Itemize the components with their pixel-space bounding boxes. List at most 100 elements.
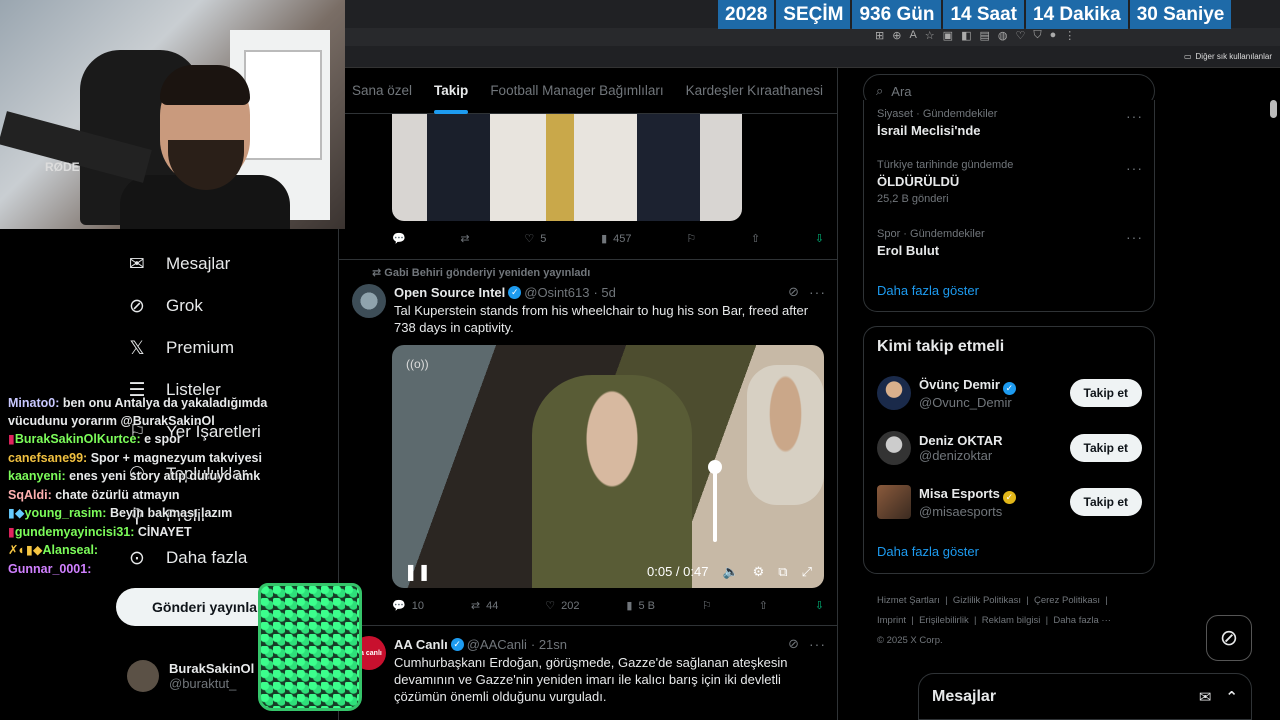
avatar[interactable] <box>877 431 911 465</box>
tab-football-manager[interactable]: Football Manager Bağımlıları <box>490 83 663 98</box>
footer-link[interactable]: Erişilebilirlik <box>919 615 969 626</box>
reply-button[interactable]: 💬 10 <box>392 599 424 613</box>
follow-suggestion[interactable]: Misa Esports ✓ @misaesports Takip et <box>877 485 1142 519</box>
extension-icon[interactable]: ◍ <box>998 29 1008 42</box>
countdown-label: SEÇİM <box>776 0 851 29</box>
post-time[interactable]: · 5d <box>593 285 615 300</box>
heart-icon[interactable]: ♡ <box>1015 29 1025 42</box>
repost-icon[interactable]: ⇄ <box>460 232 469 245</box>
avatar[interactable] <box>877 376 911 410</box>
post-button[interactable]: Gönderi yayınla <box>116 588 276 626</box>
trend-item[interactable]: Türkiye tarihinde gündemde ÖLDÜRÜLDÜ 25,2 … <box>877 159 1013 205</box>
pause-icon[interactable]: ❚❚ <box>404 562 431 582</box>
search-input[interactable]: Ara <box>891 84 911 99</box>
address-bar[interactable] <box>345 28 1280 46</box>
follow-button[interactable]: Takip et <box>1069 434 1142 462</box>
show-more-follow[interactable]: Daha fazla göster <box>877 544 979 559</box>
menu-icon[interactable]: ⋮ <box>1064 29 1075 42</box>
post-osint[interactable]: Open Source Intel ✓ @Osint613 · 5d ⊘ ···… <box>352 284 828 336</box>
footer-link[interactable]: Hizmet Şartları <box>877 595 940 606</box>
browser-extension-icons[interactable]: ⊞ ⊕ A ☆ ▣ ◧ ▤ ◍ ♡ ⛉ ● ⋮ <box>875 29 1075 42</box>
repost-label[interactable]: ⇄ Gabi Behiri gönderiyi yeniden yayınlad… <box>372 266 590 279</box>
follow-button[interactable]: Takip et <box>1069 488 1142 516</box>
tab-for-you[interactable]: Sana özel <box>352 83 412 98</box>
heart-icon: ♡ <box>545 600 556 612</box>
post-time[interactable]: · 21sn <box>531 637 567 652</box>
scrollbar[interactable] <box>1270 100 1277 118</box>
extension-icon[interactable]: ◧ <box>961 29 971 42</box>
zoom-icon[interactable]: ⊕ <box>892 29 901 42</box>
more-icon[interactable]: ··· <box>1126 160 1143 176</box>
account-switcher[interactable]: BurakSakinOl @buraktut_ <box>127 660 254 692</box>
video-player[interactable]: ((o)) <box>392 345 824 588</box>
show-more-trends[interactable]: Daha fazla göster <box>877 283 979 298</box>
star-icon[interactable]: ☆ <box>925 29 935 42</box>
download-icon[interactable]: ⇩ <box>815 232 824 245</box>
tab-following[interactable]: Takip <box>434 83 469 114</box>
footer-link[interactable]: Reklam bilgisi <box>982 615 1041 626</box>
chat-message: ▮BurakSakinOlKurtce: e spor <box>8 432 182 446</box>
expand-icon[interactable]: ⌃ <box>1225 688 1238 706</box>
views-button[interactable]: ▮ 457 <box>601 232 631 246</box>
new-message-icon[interactable]: ✉ <box>1199 688 1212 706</box>
verified-gold-icon: ✓ <box>1002 490 1016 504</box>
tab-kardesler[interactable]: Kardeşler Kıraathanesi <box>686 83 823 98</box>
grok-icon[interactable]: ⊘ <box>788 636 799 652</box>
picture-in-picture-icon[interactable]: ⧉ <box>778 564 787 580</box>
messages-dock[interactable]: Mesajlar ✉ ⌃ <box>918 673 1252 720</box>
profile-icon[interactable]: ● <box>1050 29 1057 42</box>
avatar[interactable] <box>352 284 386 318</box>
views-button[interactable]: ▮ 5 B <box>626 599 655 613</box>
more-icon[interactable]: ··· <box>1126 229 1143 245</box>
extension-icon[interactable]: ⊞ <box>875 29 884 42</box>
other-bookmarks[interactable]: ▭ Diğer sık kullanılanlar <box>1184 52 1272 61</box>
volume-slider[interactable] <box>708 460 722 542</box>
author-name[interactable]: Open Source Intel <box>394 285 505 300</box>
nav-messages[interactable]: ✉ Mesajlar <box>126 253 230 275</box>
more-icon[interactable]: ··· <box>809 636 826 652</box>
reply-icon[interactable]: 💬 <box>392 232 406 245</box>
footer-link[interactable]: Gizlilik Politikası <box>953 595 1021 606</box>
translate-icon[interactable]: A <box>909 29 916 42</box>
post-image[interactable] <box>392 114 742 221</box>
volume-icon[interactable]: 🔈 <box>722 564 738 580</box>
footer-link[interactable]: Imprint <box>877 615 906 626</box>
settings-icon[interactable]: ⚙ <box>753 564 765 580</box>
share-icon[interactable]: ⇧ <box>751 232 760 245</box>
trend-item[interactable]: Siyaset · Gündemdekiler İsrail Meclisi'nd… <box>877 108 997 138</box>
chat-message: ▮◆young_rasim: Beyin bakması lazım <box>8 506 233 520</box>
footer-link[interactable]: Daha fazla ··· <box>1053 615 1111 626</box>
trend-item[interactable]: Spor · Gündemdekiler Erol Bulut <box>877 228 985 258</box>
author-handle[interactable]: @Osint613 <box>524 285 589 300</box>
fullscreen-icon[interactable]: ⤢ <box>802 564 812 580</box>
bookmark-icon[interactable]: ⚐ <box>686 232 696 245</box>
shield-icon[interactable]: ⛉ <box>1033 29 1041 42</box>
avatar[interactable] <box>877 485 911 519</box>
more-icon[interactable]: ··· <box>809 284 826 300</box>
footer-link[interactable]: Çerez Politikası <box>1034 595 1100 606</box>
follow-button[interactable]: Takip et <box>1069 379 1142 407</box>
repost-button[interactable]: ⇄ 44 <box>471 599 498 613</box>
share-icon[interactable]: ⇧ <box>759 599 768 612</box>
more-icon[interactable]: ··· <box>1126 108 1143 124</box>
author-name[interactable]: AA Canlı <box>394 637 448 652</box>
post-text: Tal Kuperstein stands from his wheelchai… <box>394 303 809 335</box>
grok-icon[interactable]: ⊘ <box>788 284 799 300</box>
like-button[interactable]: ♡ 202 <box>545 599 579 613</box>
nav-premium[interactable]: 𝕏 Premium <box>126 337 234 359</box>
follow-suggestion[interactable]: Deniz OKTAR @denizoktar Takip et <box>877 431 1142 465</box>
grok-button[interactable]: ⊘ <box>1206 615 1252 661</box>
author-handle[interactable]: @AACanli <box>467 637 527 652</box>
folder-icon: ▭ <box>1183 52 1192 61</box>
bookmark-icon[interactable]: ⚐ <box>702 599 712 612</box>
like-button[interactable]: ♡ 5 <box>524 232 546 246</box>
post-aa-canli[interactable]: aa canlı AA Canlı ✓ @AACanli · 21sn ⊘ ··… <box>352 636 828 705</box>
countdown-days: 936 Gün <box>852 0 942 29</box>
follow-suggestion[interactable]: Övünç Demir ✓ @Ovunc_Demir Takip et <box>877 376 1142 410</box>
download-icon[interactable]: ⇩ <box>815 599 824 612</box>
chat-message: SqAldi: chate özürlü atmayın <box>8 487 180 502</box>
avatar <box>127 660 159 692</box>
extension-icon[interactable]: ▣ <box>943 29 953 42</box>
nav-grok[interactable]: ⊘ Grok <box>126 295 203 317</box>
extension-icon[interactable]: ▤ <box>979 29 989 42</box>
